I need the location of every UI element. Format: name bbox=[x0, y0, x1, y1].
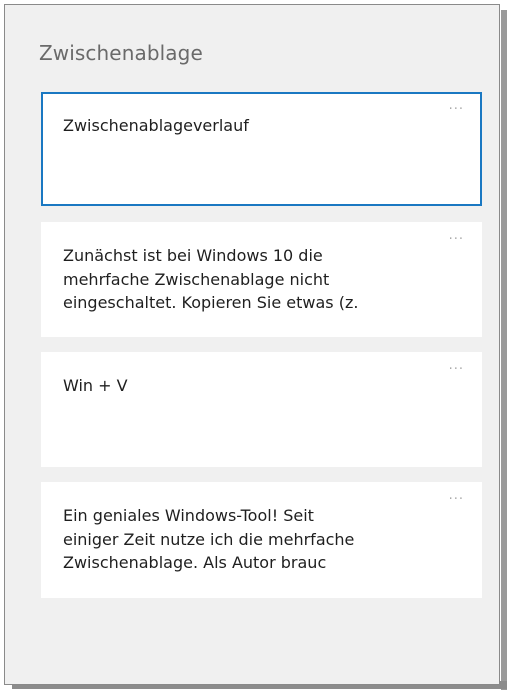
more-options-icon[interactable]: ··· bbox=[449, 102, 464, 117]
clipboard-item-text: Zunächst ist bei Windows 10 die mehrfach… bbox=[63, 246, 359, 312]
clipboard-flyout: Zwischenablage Zwischenablageverlauf ···… bbox=[4, 4, 500, 685]
clipboard-item-text: Win + V bbox=[63, 376, 128, 395]
window-shadow-right bbox=[501, 10, 507, 690]
clipboard-item-text: Zwischenablageverlauf bbox=[63, 116, 249, 135]
clipboard-item[interactable]: Zwischenablageverlauf ··· bbox=[41, 92, 482, 206]
clipboard-item[interactable]: Win + V ··· bbox=[41, 352, 482, 467]
more-options-icon[interactable]: ··· bbox=[449, 232, 464, 247]
more-options-icon[interactable]: ··· bbox=[449, 492, 464, 507]
clipboard-item[interactable]: Ein geniales Windows-Tool! Seit einiger … bbox=[41, 482, 482, 598]
clipboard-item-text: Ein geniales Windows-Tool! Seit einiger … bbox=[63, 506, 355, 572]
more-options-icon[interactable]: ··· bbox=[449, 362, 464, 377]
clipboard-item[interactable]: Zunächst ist bei Windows 10 die mehrfach… bbox=[41, 222, 482, 337]
panel-title: Zwischenablage bbox=[39, 41, 203, 65]
